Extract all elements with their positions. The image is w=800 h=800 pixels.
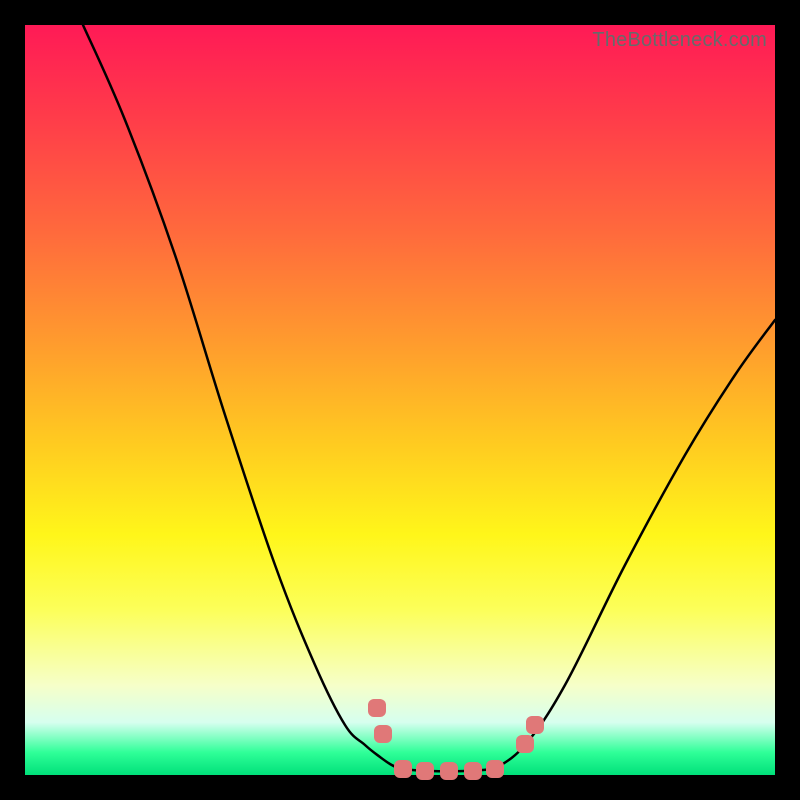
marker-dot [374,725,392,743]
marker-dot [416,762,434,780]
marker-dot [464,762,482,780]
marker-dot [368,699,386,717]
marker-dot [526,716,544,734]
marker-dot [516,735,534,753]
curve-left [83,25,400,769]
marker-dot [440,762,458,780]
curve-right [495,320,775,769]
bottleneck-curve-plot [25,25,775,775]
marker-dot [394,760,412,778]
marker-dot [486,760,504,778]
chart-frame: TheBottleneck.com [25,25,775,775]
highlight-markers [368,699,544,780]
